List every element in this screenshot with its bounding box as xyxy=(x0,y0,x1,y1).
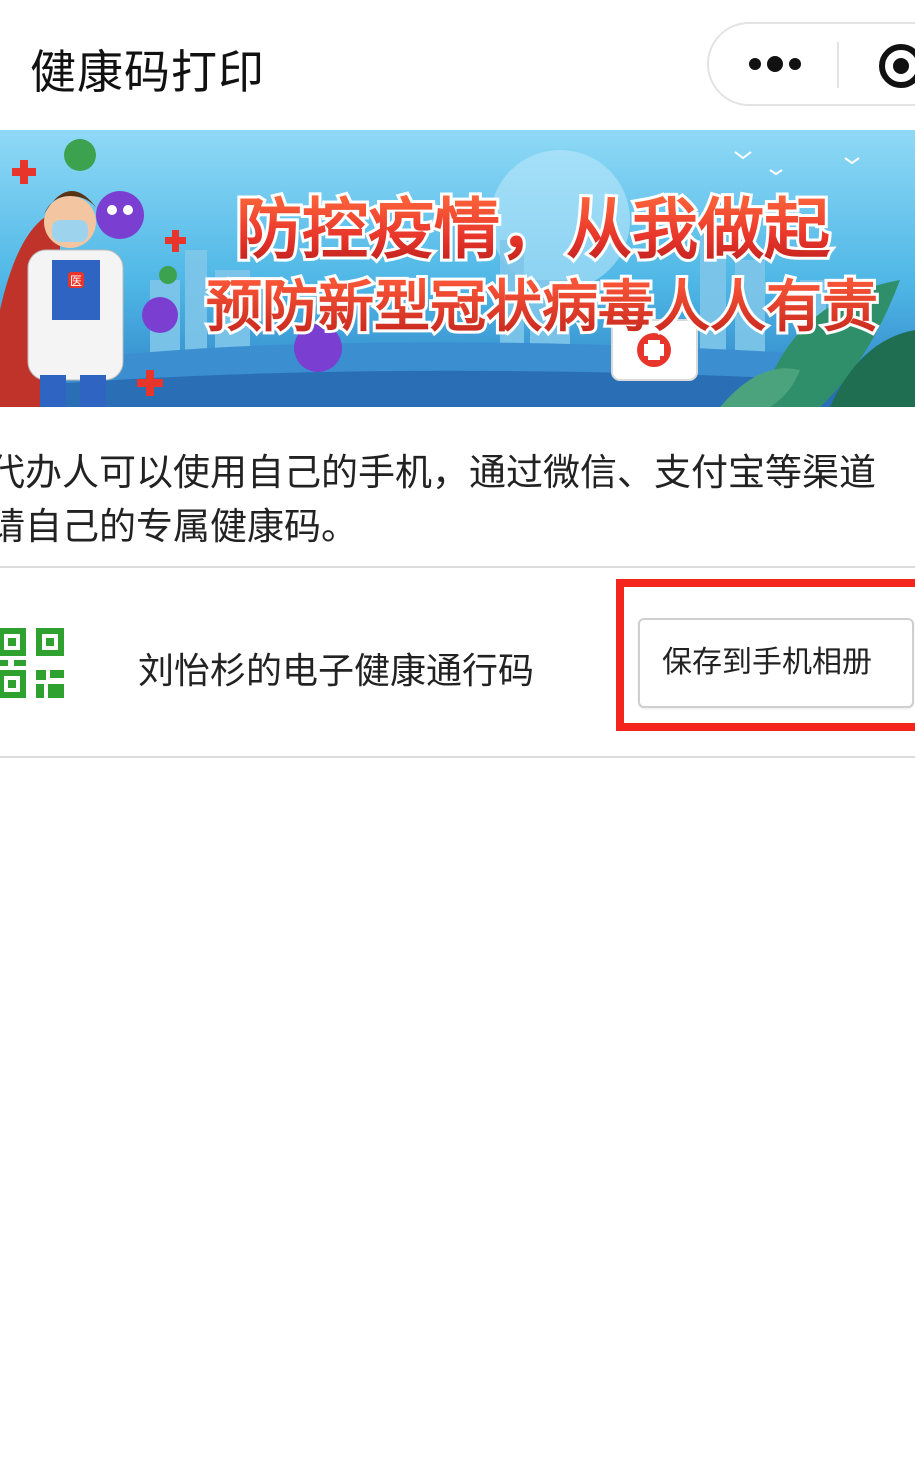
capsule-menu xyxy=(707,22,915,106)
qr-code-icon xyxy=(0,628,64,698)
close-target-icon[interactable] xyxy=(877,42,915,90)
save-to-album-button[interactable]: 保存到手机相册 xyxy=(638,618,914,708)
capsule-divider xyxy=(837,42,839,88)
banner-illustration: 医 防控疫情，从我做起 预防新型冠状病毒人人有责 xyxy=(0,130,915,407)
page: 健康码打印 医 防控疫情，从我做起 预防新型冠状病毒人人有责 代办人可以使用自己… xyxy=(0,0,915,1462)
more-dots-icon[interactable] xyxy=(747,54,803,74)
epidemic-banner: 医 防控疫情，从我做起 预防新型冠状病毒人人有责 xyxy=(0,130,915,407)
divider xyxy=(0,756,915,758)
description-line-1: 代办人可以使用自己的手机，通过微信、支付宝等渠道 xyxy=(0,451,876,494)
health-code-label: 刘怡杉的电子健康通行码 xyxy=(138,651,535,692)
health-code-item: 刘怡杉的电子健康通行码 保存到手机相册 xyxy=(0,568,915,756)
svg-text:医: 医 xyxy=(70,274,82,288)
description-line-2: 请自己的专属健康码。 xyxy=(0,505,358,548)
page-title: 健康码打印 xyxy=(30,45,265,99)
banner-subline: 预防新型冠状病毒人人有责 xyxy=(206,275,878,340)
description-text: 代办人可以使用自己的手机，通过微信、支付宝等渠道 请自己的专属健康码。 xyxy=(0,446,915,554)
banner-headline: 防控疫情，从我做起 xyxy=(236,191,831,268)
mini-program-header: 健康码打印 xyxy=(0,0,915,130)
